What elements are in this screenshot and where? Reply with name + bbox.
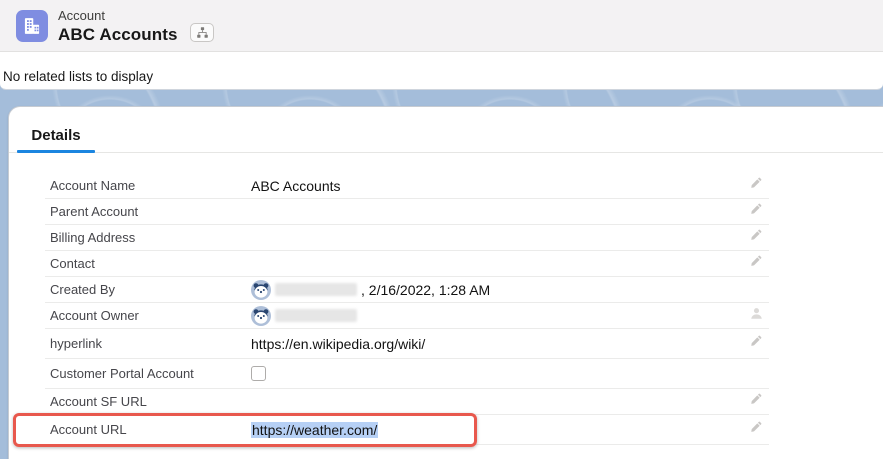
- avatar: [251, 279, 271, 300]
- edit-pencil-icon[interactable]: [749, 176, 763, 195]
- field-row: Account Owner: [45, 303, 769, 329]
- field-action: [743, 334, 769, 353]
- field-label: Account Name: [50, 178, 136, 193]
- checkbox[interactable]: [251, 366, 266, 381]
- building-icon: [24, 18, 40, 34]
- pencil-icon: [751, 255, 762, 266]
- field-row: Billing Address: [45, 225, 769, 251]
- field-action: [743, 306, 769, 326]
- field-action: [743, 420, 769, 439]
- field-row: Contact: [45, 251, 769, 277]
- record-header: Account ABC Accounts: [0, 0, 883, 52]
- tab-details[interactable]: Details: [17, 118, 95, 153]
- field-value: ABC Accounts: [251, 178, 743, 194]
- field-value-text: , 2/16/2022, 1:28 AM: [361, 281, 491, 298]
- default-avatar-icon: [251, 279, 271, 300]
- fields-list: Account Name ABC Accounts Parent Account Bi…: [13, 173, 769, 447]
- field-row: Customer Portal Account: [45, 359, 769, 389]
- field-value-text: ABC Accounts: [251, 177, 341, 194]
- field-label: Customer Portal Account: [50, 366, 194, 381]
- field-label: hyperlink: [50, 336, 103, 351]
- related-lists-message: No related lists to display: [3, 69, 154, 84]
- field-value: [251, 305, 743, 326]
- pencil-icon: [751, 229, 762, 240]
- field-value: https://en.wikipedia.org/wiki/: [251, 336, 743, 352]
- avatar: [251, 305, 271, 326]
- record-name: ABC Accounts: [58, 25, 178, 44]
- related-lists-card: No related lists to display: [0, 52, 883, 90]
- pencil-icon: [751, 177, 762, 188]
- field-value: , 2/16/2022, 1:28 AM: [251, 279, 743, 300]
- field-value: https://weather.com/: [251, 421, 743, 438]
- field-row: hyperlink https://en.wikipedia.org/wiki/: [45, 329, 769, 359]
- field-value: [251, 366, 743, 381]
- field-row: Parent Account: [45, 199, 769, 225]
- tab-details-label: Details: [31, 126, 81, 144]
- field-row: Created By , 2/16/2022, 1:28 AM: [45, 277, 769, 303]
- field-action: [743, 228, 769, 247]
- field-label: Account URL: [50, 422, 127, 437]
- field-label: Parent Account: [50, 204, 139, 219]
- pencil-icon: [751, 335, 762, 346]
- field-row: Account SF URL: [45, 389, 769, 415]
- field-value-text: https://weather.com/: [251, 421, 379, 438]
- hierarchy-icon: [196, 27, 208, 38]
- field-label: Contact: [50, 256, 95, 271]
- edit-pencil-icon[interactable]: [749, 202, 763, 221]
- field-label: Created By: [50, 282, 116, 297]
- tab-bar: Details: [9, 107, 883, 153]
- field-row: Account URL https://weather.com/: [13, 413, 769, 447]
- edit-pencil-icon[interactable]: [749, 228, 763, 247]
- field-label: Account SF URL: [50, 394, 147, 409]
- person-icon: [750, 307, 762, 319]
- salesforce-record-page: { "header": { "entity_label": "Account",…: [0, 0, 883, 459]
- redacted-text: [275, 309, 357, 322]
- field-value-text: https://en.wikipedia.org/wiki/: [251, 335, 426, 352]
- pencil-icon: [751, 203, 762, 214]
- field-action: [743, 176, 769, 195]
- redacted-text: [275, 283, 357, 296]
- edit-pencil-icon[interactable]: [749, 334, 763, 353]
- field-label: Account Owner: [50, 308, 139, 323]
- edit-pencil-icon[interactable]: [749, 420, 763, 439]
- field-action: [743, 254, 769, 273]
- pencil-icon: [751, 421, 762, 432]
- entity-label: Account: [58, 8, 105, 23]
- edit-pencil-icon[interactable]: [749, 392, 763, 411]
- field-action: [743, 202, 769, 221]
- pencil-icon: [751, 393, 762, 404]
- edit-pencil-icon[interactable]: [749, 254, 763, 273]
- field-row: Account Name ABC Accounts: [45, 173, 769, 199]
- change-owner-icon[interactable]: [749, 306, 764, 326]
- field-action: [743, 392, 769, 411]
- hierarchy-button[interactable]: [190, 23, 214, 42]
- active-tab-indicator: [17, 150, 95, 153]
- field-label: Billing Address: [50, 230, 136, 245]
- default-avatar-icon: [251, 305, 271, 326]
- details-card: Details Account Name ABC Accounts Parent A…: [8, 106, 883, 459]
- account-entity-icon: [16, 10, 48, 42]
